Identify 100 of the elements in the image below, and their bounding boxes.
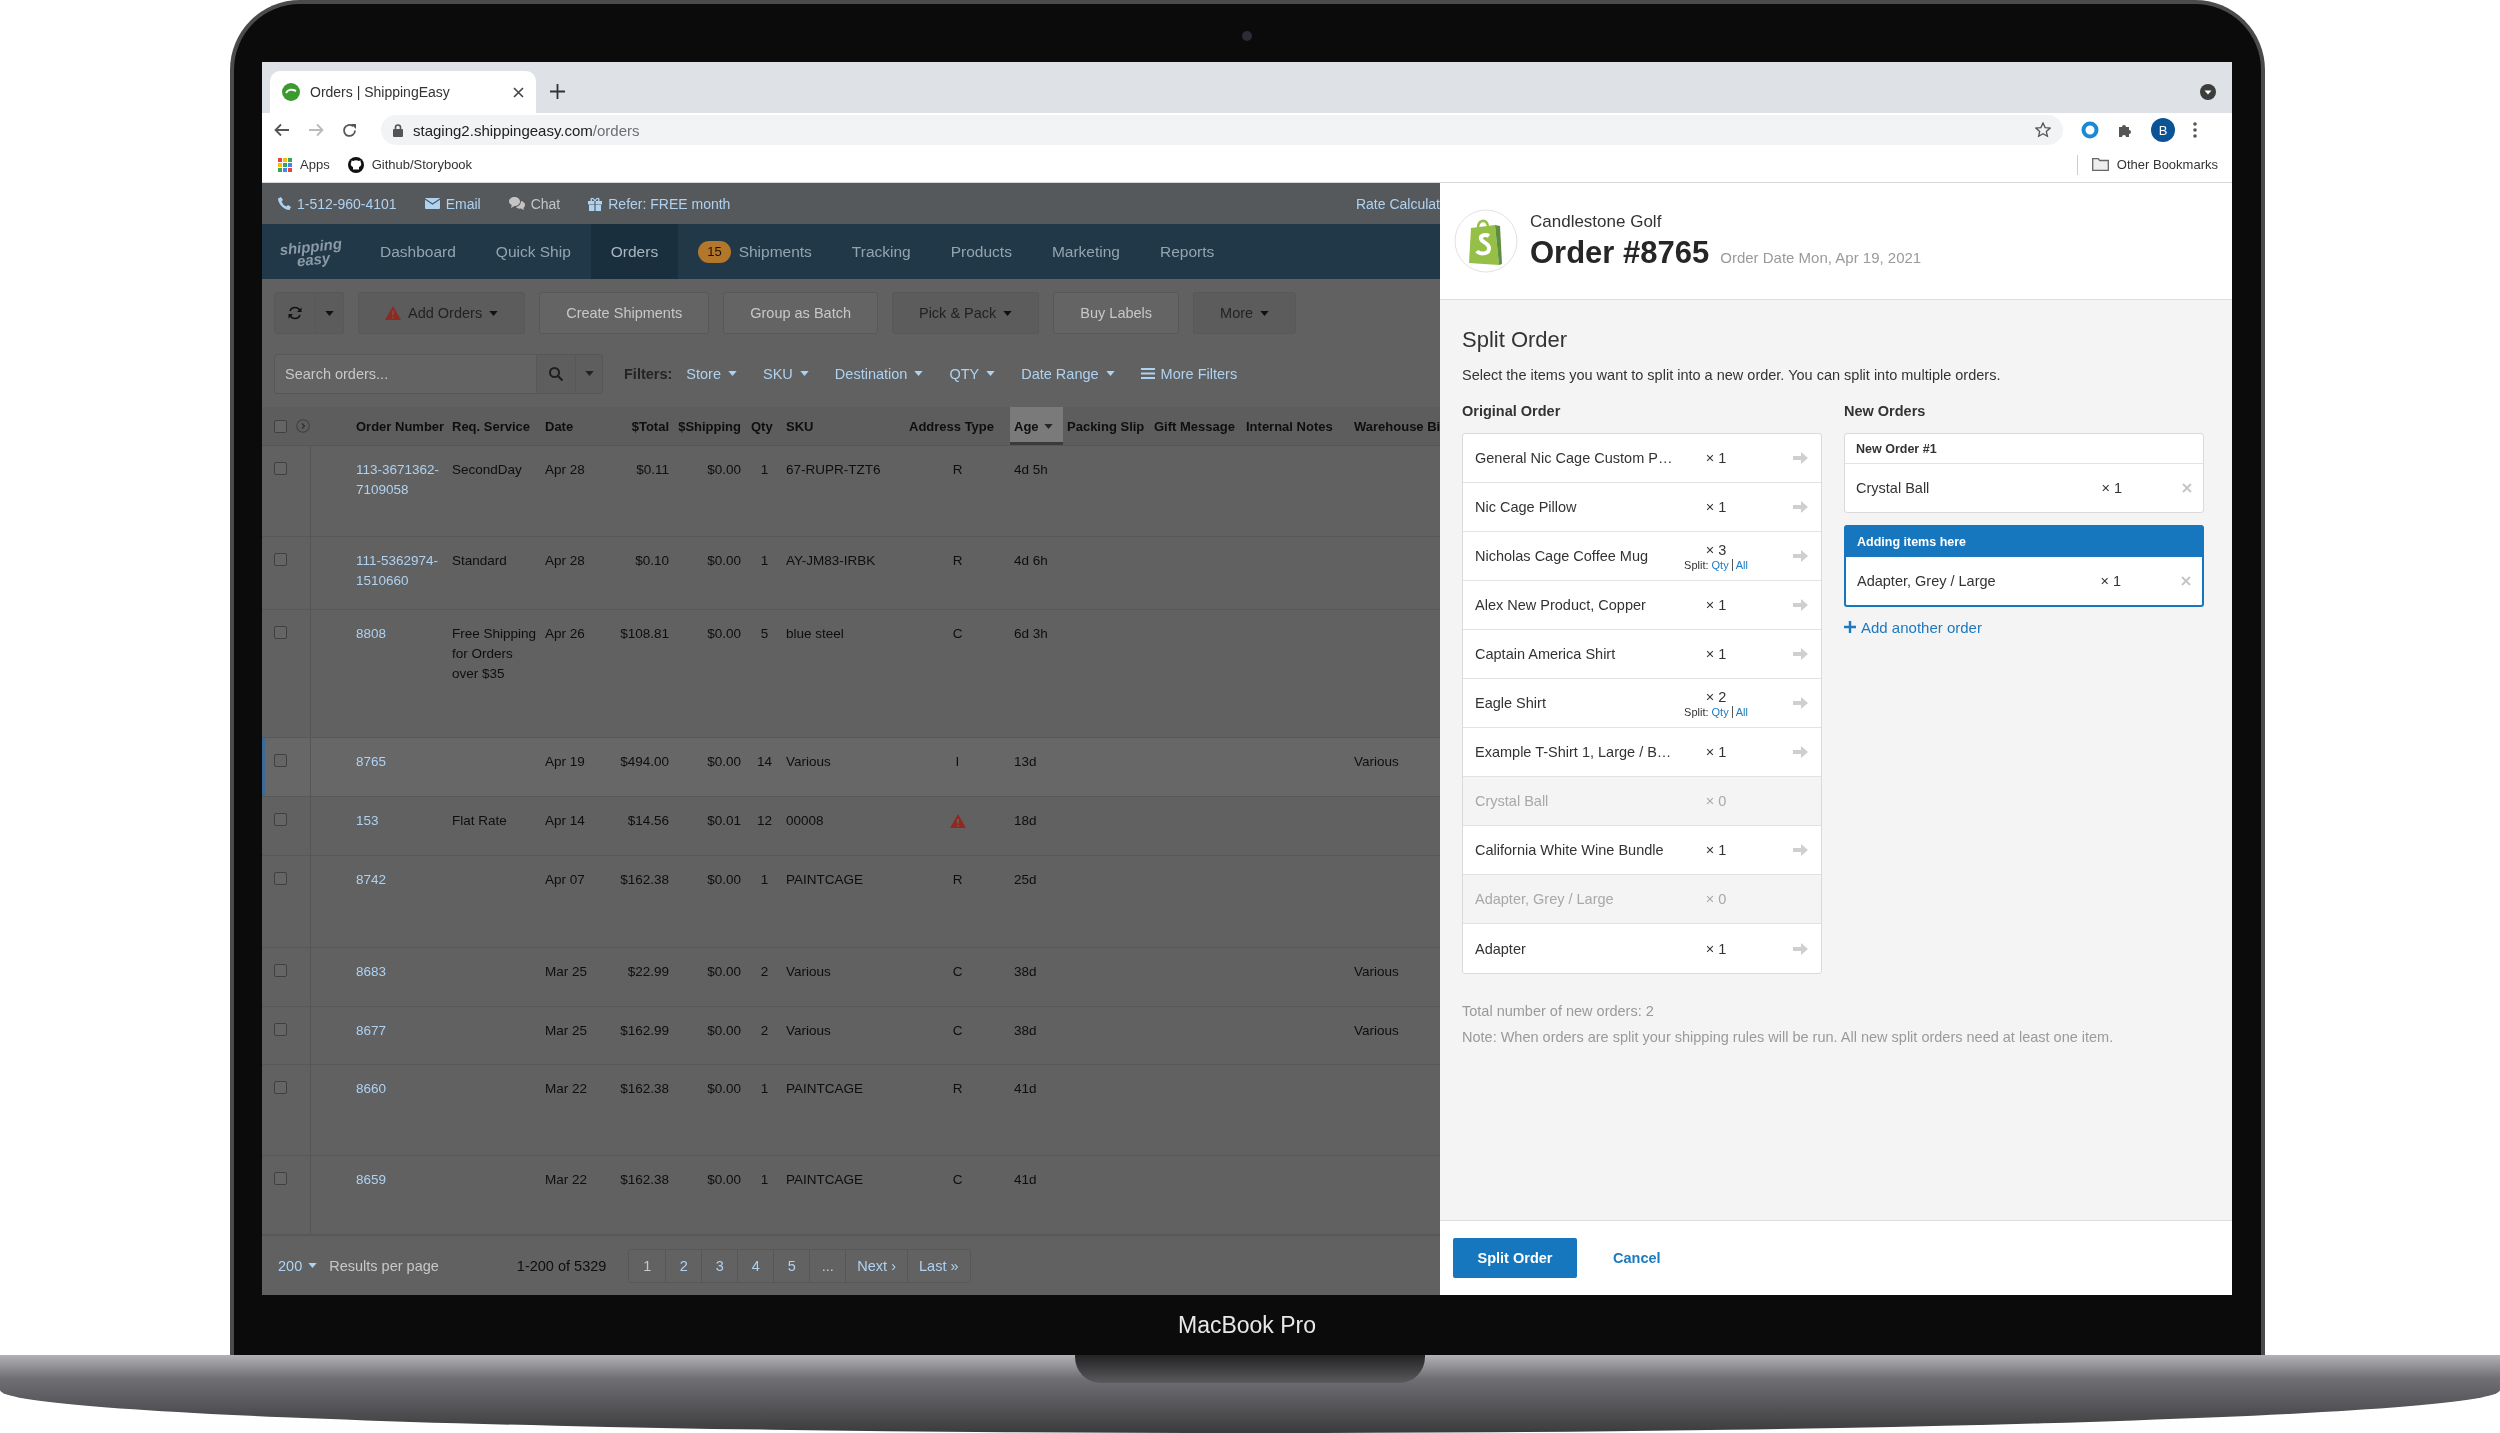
- contact-link[interactable]: Email: [424, 195, 481, 212]
- nav-tab[interactable]: Products: [930, 224, 1032, 279]
- table-row[interactable]: 8660 Mar 22 $162.38 $0.00 1 PAINTCAGE R 41d: [262, 1065, 1440, 1156]
- row-checkbox[interactable]: [274, 553, 287, 566]
- split-order-button[interactable]: Split Order: [1453, 1238, 1577, 1278]
- split-link[interactable]: Qty: [1711, 558, 1729, 571]
- bookmark-folder[interactable]: Other Bookmarks: [2091, 157, 2218, 172]
- nav-tab[interactable]: Reports: [1139, 224, 1235, 279]
- arrow-icon[interactable]: [1793, 500, 1809, 514]
- contact-link[interactable]: 1-512-960-4101: [278, 195, 397, 212]
- column-header[interactable]: Req. Service: [448, 407, 541, 445]
- nav-tab[interactable]: Quick Ship: [475, 224, 591, 279]
- select-all-checkbox[interactable]: [274, 419, 287, 433]
- order-link[interactable]: 8659: [311, 1156, 448, 1234]
- add-order-link[interactable]: Add another order: [1844, 618, 1982, 636]
- column-header[interactable]: SKU: [782, 407, 905, 445]
- table-row[interactable]: 111-5362974-1510660 Standard Apr 28 $0.10 $0.00 1 AY-JM83-IRBK R 4d 6h: [262, 537, 1440, 610]
- arrow-icon[interactable]: [1793, 745, 1809, 759]
- rate-calculator-link[interactable]: Rate Calculat: [1355, 195, 1440, 212]
- table-row[interactable]: 8742 Apr 07 $162.38 $0.00 1 PAINTCAGE R 25d: [262, 856, 1440, 948]
- tab-search-icon[interactable]: [2200, 83, 2216, 100]
- order-link[interactable]: 8742: [311, 856, 448, 947]
- column-header[interactable]: Order Number: [311, 407, 448, 445]
- nav-tab[interactable]: Orders: [590, 224, 679, 279]
- filter-dropdown[interactable]: QTY: [949, 365, 996, 382]
- table-row[interactable]: 8659 Mar 22 $162.38 $0.00 1 PAINTCAGE C 41d: [262, 1156, 1440, 1235]
- order-link[interactable]: 8660: [311, 1065, 448, 1155]
- puzzle-icon[interactable]: [2117, 122, 2133, 138]
- item-row[interactable]: Eagle Shirt × 2 Split: Qty All: [1463, 679, 1821, 728]
- nav-tab[interactable]: 15 Shipments: [678, 224, 832, 279]
- refresh-button[interactable]: [274, 292, 316, 334]
- table-row[interactable]: 8677 Mar 25 $162.99 $0.00 2 Various C 38d Various: [262, 1007, 1440, 1065]
- row-checkbox[interactable]: [274, 813, 287, 826]
- split-link[interactable]: Qty: [1711, 705, 1729, 718]
- order-link[interactable]: 8765: [311, 738, 448, 796]
- column-header[interactable]: Age: [1010, 407, 1063, 445]
- table-row[interactable]: 8765 Apr 19 $494.00 $0.00 14 Various I 13d Various: [262, 738, 1440, 797]
- item-row[interactable]: Nicholas Cage Coffee Mug × 3 Split: Qty All: [1463, 532, 1821, 581]
- menu-icon[interactable]: [2193, 122, 2197, 138]
- item-row[interactable]: General Nic Cage Custom P… × 1: [1463, 434, 1821, 483]
- more-filters-link[interactable]: More Filters: [1140, 365, 1238, 382]
- reload-icon[interactable]: [342, 122, 357, 138]
- row-checkbox[interactable]: [274, 626, 287, 639]
- toolbar-button[interactable]: Add Orders: [358, 292, 526, 334]
- per-page-select[interactable]: 200: [278, 1257, 318, 1274]
- new-order-card[interactable]: New Order #1 Crystal Ball × 1: [1844, 433, 2204, 513]
- row-checkbox[interactable]: [274, 964, 287, 977]
- forward-icon[interactable]: [308, 123, 324, 137]
- column-header[interactable]: Packing Slip: [1063, 407, 1150, 445]
- order-link[interactable]: 111-5362974-1510660: [311, 537, 448, 609]
- new-order-card[interactable]: Adding items here Adapter, Grey / Large × 1: [1844, 525, 2204, 607]
- column-header[interactable]: Gift Message: [1150, 407, 1242, 445]
- address-bar[interactable]: staging2.shippingeasy.com/orders: [381, 115, 2063, 145]
- remove-icon[interactable]: [2181, 576, 2191, 586]
- dropdown-button[interactable]: [316, 292, 344, 334]
- page-link[interactable]: 5: [773, 1249, 810, 1282]
- column-header[interactable]: $Total: [610, 407, 675, 445]
- expand-icon[interactable]: [296, 419, 310, 433]
- row-checkbox[interactable]: [274, 1081, 287, 1094]
- toolbar-button[interactable]: Pick & Pack: [891, 292, 1040, 334]
- filter-dropdown[interactable]: Destination: [834, 365, 924, 382]
- contact-link[interactable]: Refer: FREE month: [588, 195, 731, 212]
- table-row[interactable]: 153 Flat Rate Apr 14 $14.56 $0.01 12 00008 18d: [262, 797, 1440, 856]
- item-row[interactable]: Alex New Product, Copper × 1: [1463, 581, 1821, 630]
- item-row[interactable]: Adapter × 1: [1463, 924, 1821, 973]
- nav-tab[interactable]: Tracking: [831, 224, 931, 279]
- arrow-icon[interactable]: [1793, 843, 1809, 857]
- row-checkbox[interactable]: [274, 872, 287, 885]
- order-link[interactable]: 113-3671362-7109058: [311, 446, 448, 536]
- toolbar-button[interactable]: More: [1193, 292, 1297, 334]
- item-row[interactable]: Captain America Shirt × 1: [1463, 630, 1821, 679]
- page-link[interactable]: 3: [701, 1249, 738, 1282]
- split-link[interactable]: All: [1731, 558, 1748, 571]
- row-checkbox[interactable]: [274, 462, 287, 475]
- profile-avatar[interactable]: B: [2151, 118, 2175, 142]
- bookmark[interactable]: Apps: [278, 157, 330, 172]
- nav-tab[interactable]: Marketing: [1031, 224, 1140, 279]
- arrow-icon[interactable]: [1793, 696, 1809, 710]
- row-checkbox[interactable]: [274, 1023, 287, 1036]
- table-row[interactable]: 8683 Mar 25 $22.99 $0.00 2 Various C 38d Various: [262, 948, 1440, 1007]
- page-link[interactable]: 2: [665, 1249, 702, 1282]
- arrow-icon[interactable]: [1793, 549, 1809, 563]
- arrow-icon[interactable]: [1793, 451, 1809, 465]
- column-header[interactable]: Internal Notes: [1242, 407, 1350, 445]
- page-link[interactable]: ...: [809, 1249, 846, 1282]
- page-link[interactable]: 1: [629, 1249, 666, 1282]
- cancel-link[interactable]: Cancel: [1613, 1250, 1661, 1266]
- column-header[interactable]: Warehouse Bi: [1350, 407, 1440, 445]
- column-header[interactable]: $Shipping: [675, 407, 747, 445]
- page-link[interactable]: Last »: [907, 1249, 970, 1282]
- search-button[interactable]: [537, 353, 576, 394]
- order-link[interactable]: 8683: [311, 948, 448, 1006]
- column-header[interactable]: Address Type: [905, 407, 1010, 445]
- new-tab-icon[interactable]: [550, 84, 565, 99]
- bookmark[interactable]: Github/Storybook: [347, 156, 473, 173]
- filter-dropdown[interactable]: Store: [686, 365, 737, 382]
- filter-dropdown[interactable]: SKU: [763, 365, 809, 382]
- order-link[interactable]: 8677: [311, 1007, 448, 1064]
- order-link[interactable]: 8808: [311, 610, 448, 737]
- ring-extension-icon[interactable]: [2081, 121, 2099, 139]
